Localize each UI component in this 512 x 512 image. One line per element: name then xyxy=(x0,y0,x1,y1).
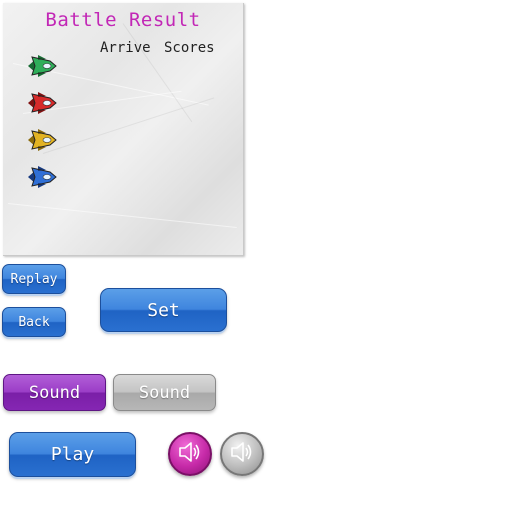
column-scores: Scores xyxy=(164,40,215,56)
result-panel: Battle Result Arrive Scores xyxy=(3,3,244,256)
set-button[interactable]: Set xyxy=(100,288,227,332)
paper-crease xyxy=(122,23,193,123)
sound-on-button[interactable]: Sound xyxy=(3,374,106,411)
ship-icon-yellow xyxy=(26,125,58,155)
sound-off-round-button[interactable] xyxy=(220,432,264,476)
ship-icon-blue xyxy=(26,162,58,192)
back-button[interactable]: Back xyxy=(2,307,66,337)
result-title: Battle Result xyxy=(45,9,201,31)
sound-on-round-button[interactable] xyxy=(168,432,212,476)
speaker-on-icon xyxy=(175,437,205,471)
replay-button[interactable]: Replay xyxy=(2,264,66,294)
ship-icon-green xyxy=(26,51,58,81)
paper-crease xyxy=(7,203,237,229)
play-button[interactable]: Play xyxy=(9,432,136,477)
ship-icon-red xyxy=(26,88,58,118)
column-arrive: Arrive xyxy=(100,40,151,56)
speaker-off-icon xyxy=(227,437,257,471)
sound-off-button[interactable]: Sound xyxy=(113,374,216,411)
ship-body xyxy=(28,55,57,77)
